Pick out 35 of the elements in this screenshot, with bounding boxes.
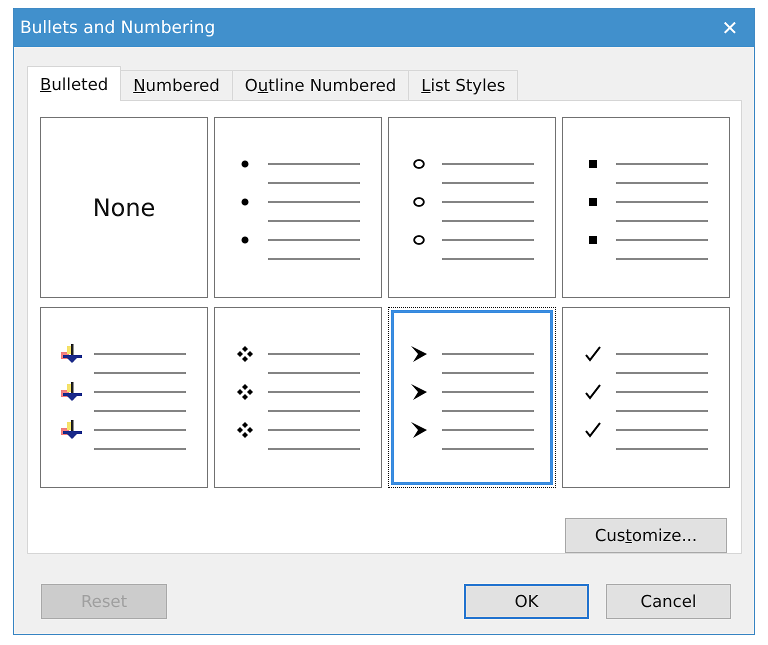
ok-button[interactable]: OK <box>464 584 589 619</box>
arrowhead-bullet-icon <box>410 344 428 362</box>
customize-button[interactable]: Customize... <box>565 518 727 553</box>
tab[interactable]: List Styles <box>408 70 518 101</box>
cross-bullet-icon <box>59 342 83 364</box>
checkmark-bullet-icon <box>585 346 601 362</box>
square-bullet-icon <box>589 160 597 168</box>
window-title: Bullets and Numbering <box>20 18 216 38</box>
arrowhead-bullet-icon <box>410 420 428 438</box>
diamond-bullet-icon <box>236 344 254 362</box>
bullet-style-option[interactable] <box>214 307 382 488</box>
bullet-style-option[interactable] <box>388 307 556 488</box>
cross-bullet-icon <box>59 418 83 440</box>
dot-bullet-icon <box>241 198 249 206</box>
cross-bullet-icon <box>59 380 83 402</box>
circle-bullet-icon <box>413 158 425 168</box>
bullet-style-option[interactable] <box>40 307 208 488</box>
square-bullet-icon <box>589 236 597 244</box>
checkmark-bullet-icon <box>585 422 601 438</box>
bullet-style-option[interactable] <box>388 117 556 298</box>
bullet-style-option[interactable] <box>562 307 730 488</box>
bullet-style-option[interactable]: None <box>40 117 208 298</box>
diamond-bullet-icon <box>236 420 254 438</box>
tab[interactable]: Bulleted <box>27 66 122 101</box>
circle-bullet-icon <box>413 196 425 206</box>
bullet-style-option[interactable] <box>214 117 382 298</box>
bullet-style-option[interactable] <box>562 117 730 298</box>
checkmark-bullet-icon <box>585 384 601 400</box>
diamond-bullet-icon <box>236 382 254 400</box>
dot-bullet-icon <box>241 236 249 244</box>
dot-bullet-icon <box>241 160 249 168</box>
square-bullet-icon <box>589 198 597 206</box>
circle-bullet-icon <box>413 234 425 244</box>
arrowhead-bullet-icon <box>410 382 428 400</box>
cancel-button[interactable]: Cancel <box>606 584 731 619</box>
